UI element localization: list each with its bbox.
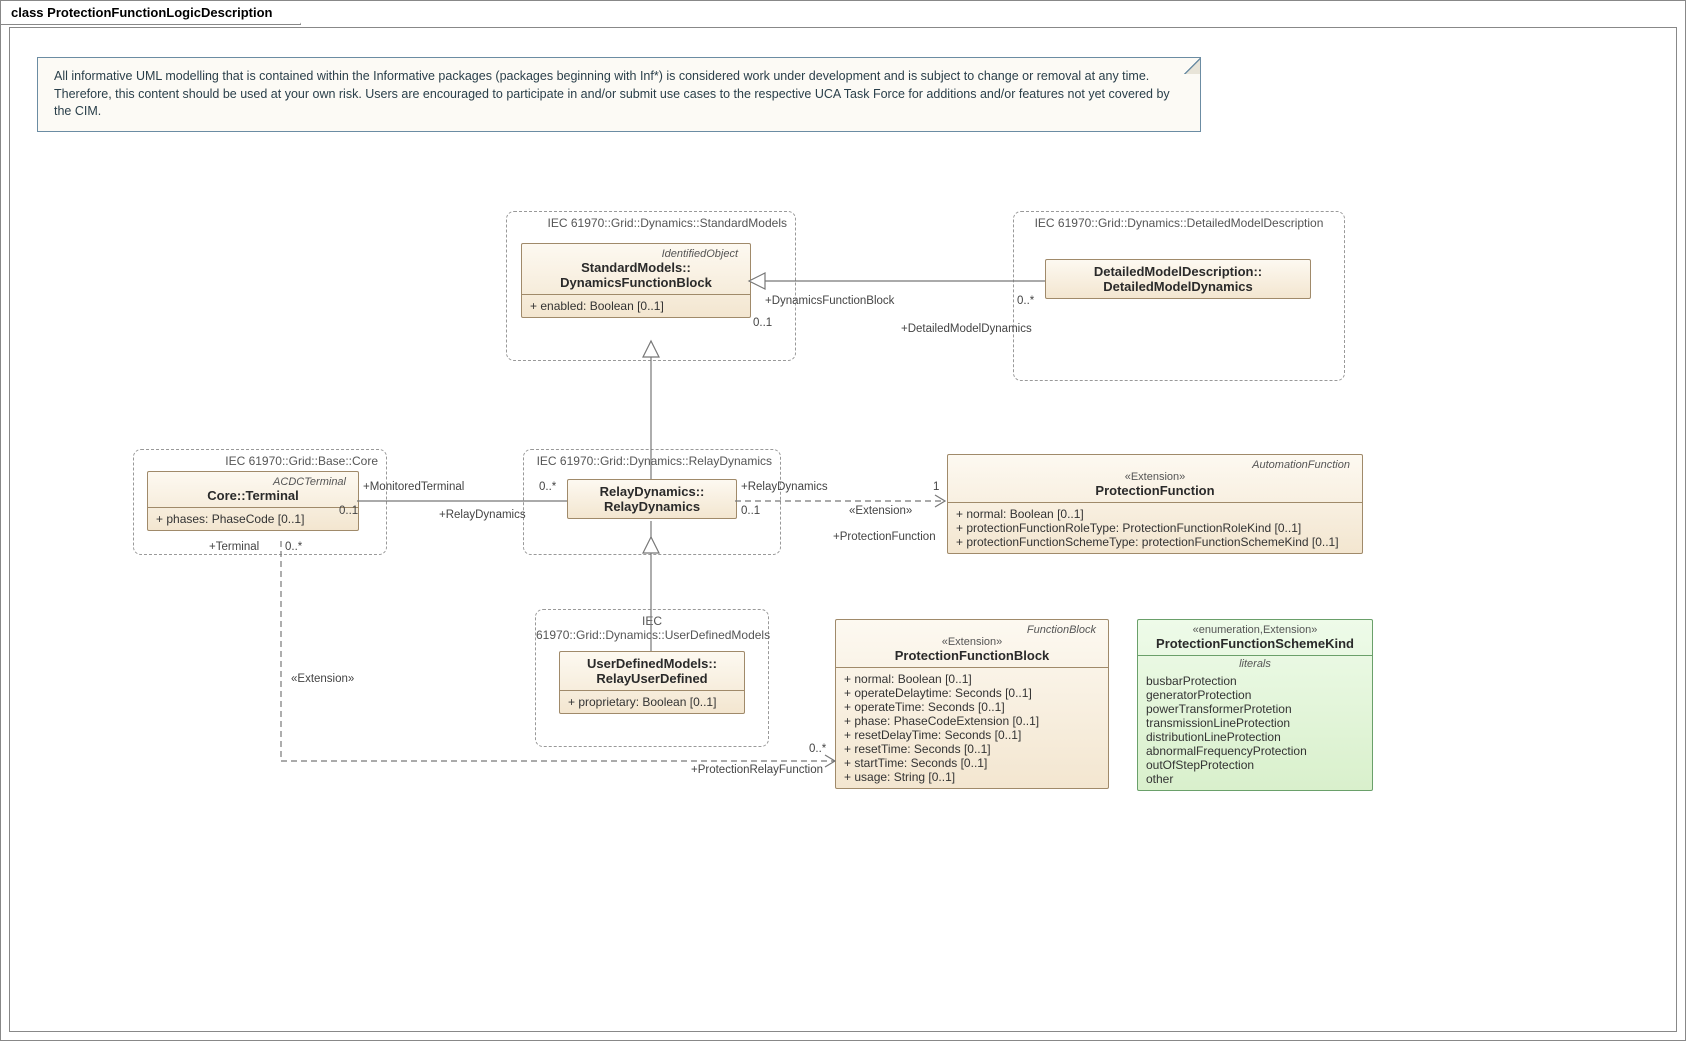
lbl-relaydyn-mult: 0..*	[539, 481, 556, 493]
enum-lit-2: powerTransformerProtetion	[1146, 702, 1364, 716]
enum-lit-7: other	[1146, 772, 1364, 786]
enum-section: literals	[1138, 656, 1372, 670]
terminal-attr-phases: + phases: PhaseCode [0..1]	[156, 512, 350, 526]
pfb-attr-7: + usage: String [0..1]	[844, 770, 1100, 784]
class-detailedmodeldynamics: DetailedModelDescription:: DetailedModel…	[1045, 259, 1311, 299]
lbl-relay-mult: 0..1	[741, 505, 760, 517]
pkg-core-label: IEC 61970::Grid::Base::Core	[225, 454, 378, 468]
pf-attr-1: + protectionFunctionRoleType: Protection…	[956, 521, 1354, 535]
enum-lit-6: outOfStepProtection	[1146, 758, 1364, 772]
enum-protectionfunctionschemekind: «enumeration,Extension» ProtectionFuncti…	[1137, 619, 1373, 791]
diagram-title: class ProtectionFunctionLogicDescription	[1, 1, 301, 25]
enum-lit-0: busbarProtection	[1146, 674, 1364, 688]
pkg-standardmodels-label: IEC 61970::Grid::Dynamics::StandardModel…	[548, 216, 787, 230]
pkg-relay-label: IEC 61970::Grid::Dynamics::RelayDynamics	[537, 454, 772, 468]
enum-lit-4: distributionLineProtection	[1146, 730, 1364, 744]
pfb-stereo: «Extension»	[844, 636, 1100, 648]
lbl-dfb-mult: 0..1	[753, 317, 772, 329]
lbl-terminal-mult: 0..*	[285, 541, 302, 553]
pfb-name: ProtectionFunctionBlock	[844, 648, 1100, 663]
class-dynamicsfunctionblock: IdentifiedObject StandardModels:: Dynami…	[521, 243, 751, 318]
pfb-attr-6: + startTime: Seconds [0..1]	[844, 756, 1100, 770]
pfb-attr-2: + operateTime: Seconds [0..1]	[844, 700, 1100, 714]
pfb-parent-stereo: FunctionBlock	[844, 624, 1100, 636]
class-protectionfunctionblock: FunctionBlock «Extension» ProtectionFunc…	[835, 619, 1109, 789]
note-text: All informative UML modelling that is co…	[54, 69, 1170, 118]
dfb-parent-stereo: IdentifiedObject	[530, 248, 742, 260]
enum-name: ProtectionFunctionSchemeKind	[1146, 636, 1364, 651]
lbl-dmd-role: +DetailedModelDynamics	[901, 323, 1032, 335]
pfb-attr-1: + operateDelaytime: Seconds [0..1]	[844, 686, 1100, 700]
class-protectionfunction: AutomationFunction «Extension» Protectio…	[947, 454, 1363, 554]
pf-attr-0: + normal: Boolean [0..1]	[956, 507, 1354, 521]
class-terminal: ACDCTerminal Core::Terminal + phases: Ph…	[147, 471, 359, 531]
lbl-pf-mult: 1	[933, 481, 939, 493]
pkg-dmd-label: IEC 61970::Grid::Dynamics::DetailedModel…	[1014, 216, 1344, 230]
pfb-attr-4: + resetDelayTime: Seconds [0..1]	[844, 728, 1100, 742]
rud-name2: RelayUserDefined	[568, 671, 736, 686]
relay-name2: RelayDynamics	[576, 499, 728, 514]
lbl-relay-ext: «Extension»	[849, 505, 912, 517]
lbl-dfb-role: +DynamicsFunctionBlock	[765, 295, 894, 307]
enum-lit-3: transmissionLineProtection	[1146, 716, 1364, 730]
diagram-frame: class ProtectionFunctionLogicDescription…	[0, 0, 1686, 1041]
lbl-relay-role: +RelayDynamics	[741, 481, 828, 493]
class-relayuserdefined: UserDefinedModels:: RelayUserDefined + p…	[559, 651, 745, 714]
dfb-name2: DynamicsFunctionBlock	[530, 275, 742, 290]
lbl-prf-role: +ProtectionRelayFunction	[691, 764, 823, 776]
note-dogear-icon	[1184, 58, 1200, 74]
rud-attr-prop: + proprietary: Boolean [0..1]	[568, 695, 736, 709]
dfb-attr-enabled: + enabled: Boolean [0..1]	[530, 299, 742, 313]
dmd-name1: DetailedModelDescription::	[1054, 264, 1302, 279]
pf-stereo: «Extension»	[956, 471, 1354, 483]
pkg-udm-label: IEC 61970::Grid::Dynamics::UserDefinedMo…	[536, 614, 768, 642]
lbl-relaydyn: +RelayDynamics	[439, 509, 526, 521]
informative-note: All informative UML modelling that is co…	[37, 57, 1201, 132]
pfb-attr-0: + normal: Boolean [0..1]	[844, 672, 1100, 686]
lbl-monterm-mult: 0..1	[339, 505, 358, 517]
lbl-terminal-role: +Terminal	[209, 541, 259, 553]
rud-name1: UserDefinedModels::	[568, 656, 736, 671]
pf-parent-stereo: AutomationFunction	[956, 459, 1354, 471]
lbl-dmd-mult: 0..*	[1017, 295, 1034, 307]
lbl-pf-role: +ProtectionFunction	[833, 531, 936, 543]
pf-attr-2: + protectionFunctionSchemeType: protecti…	[956, 535, 1354, 549]
lbl-term-ext: «Extension»	[291, 673, 354, 685]
dmd-name2: DetailedModelDynamics	[1054, 279, 1302, 294]
pf-name: ProtectionFunction	[956, 483, 1354, 498]
terminal-name: Core::Terminal	[156, 488, 350, 503]
relay-name1: RelayDynamics::	[576, 484, 728, 499]
terminal-parent-stereo: ACDCTerminal	[156, 476, 350, 488]
pfb-attr-5: + resetTime: Seconds [0..1]	[844, 742, 1100, 756]
lbl-prf-mult: 0..*	[809, 743, 826, 755]
enum-lit-1: generatorProtection	[1146, 688, 1364, 702]
pfb-attr-3: + phase: PhaseCodeExtension [0..1]	[844, 714, 1100, 728]
enum-stereo: «enumeration,Extension»	[1146, 624, 1364, 636]
dfb-name1: StandardModels::	[530, 260, 742, 275]
lbl-monterm: +MonitoredTerminal	[363, 481, 464, 493]
enum-lit-5: abnormalFrequencyProtection	[1146, 744, 1364, 758]
class-relaydynamics: RelayDynamics:: RelayDynamics	[567, 479, 737, 519]
